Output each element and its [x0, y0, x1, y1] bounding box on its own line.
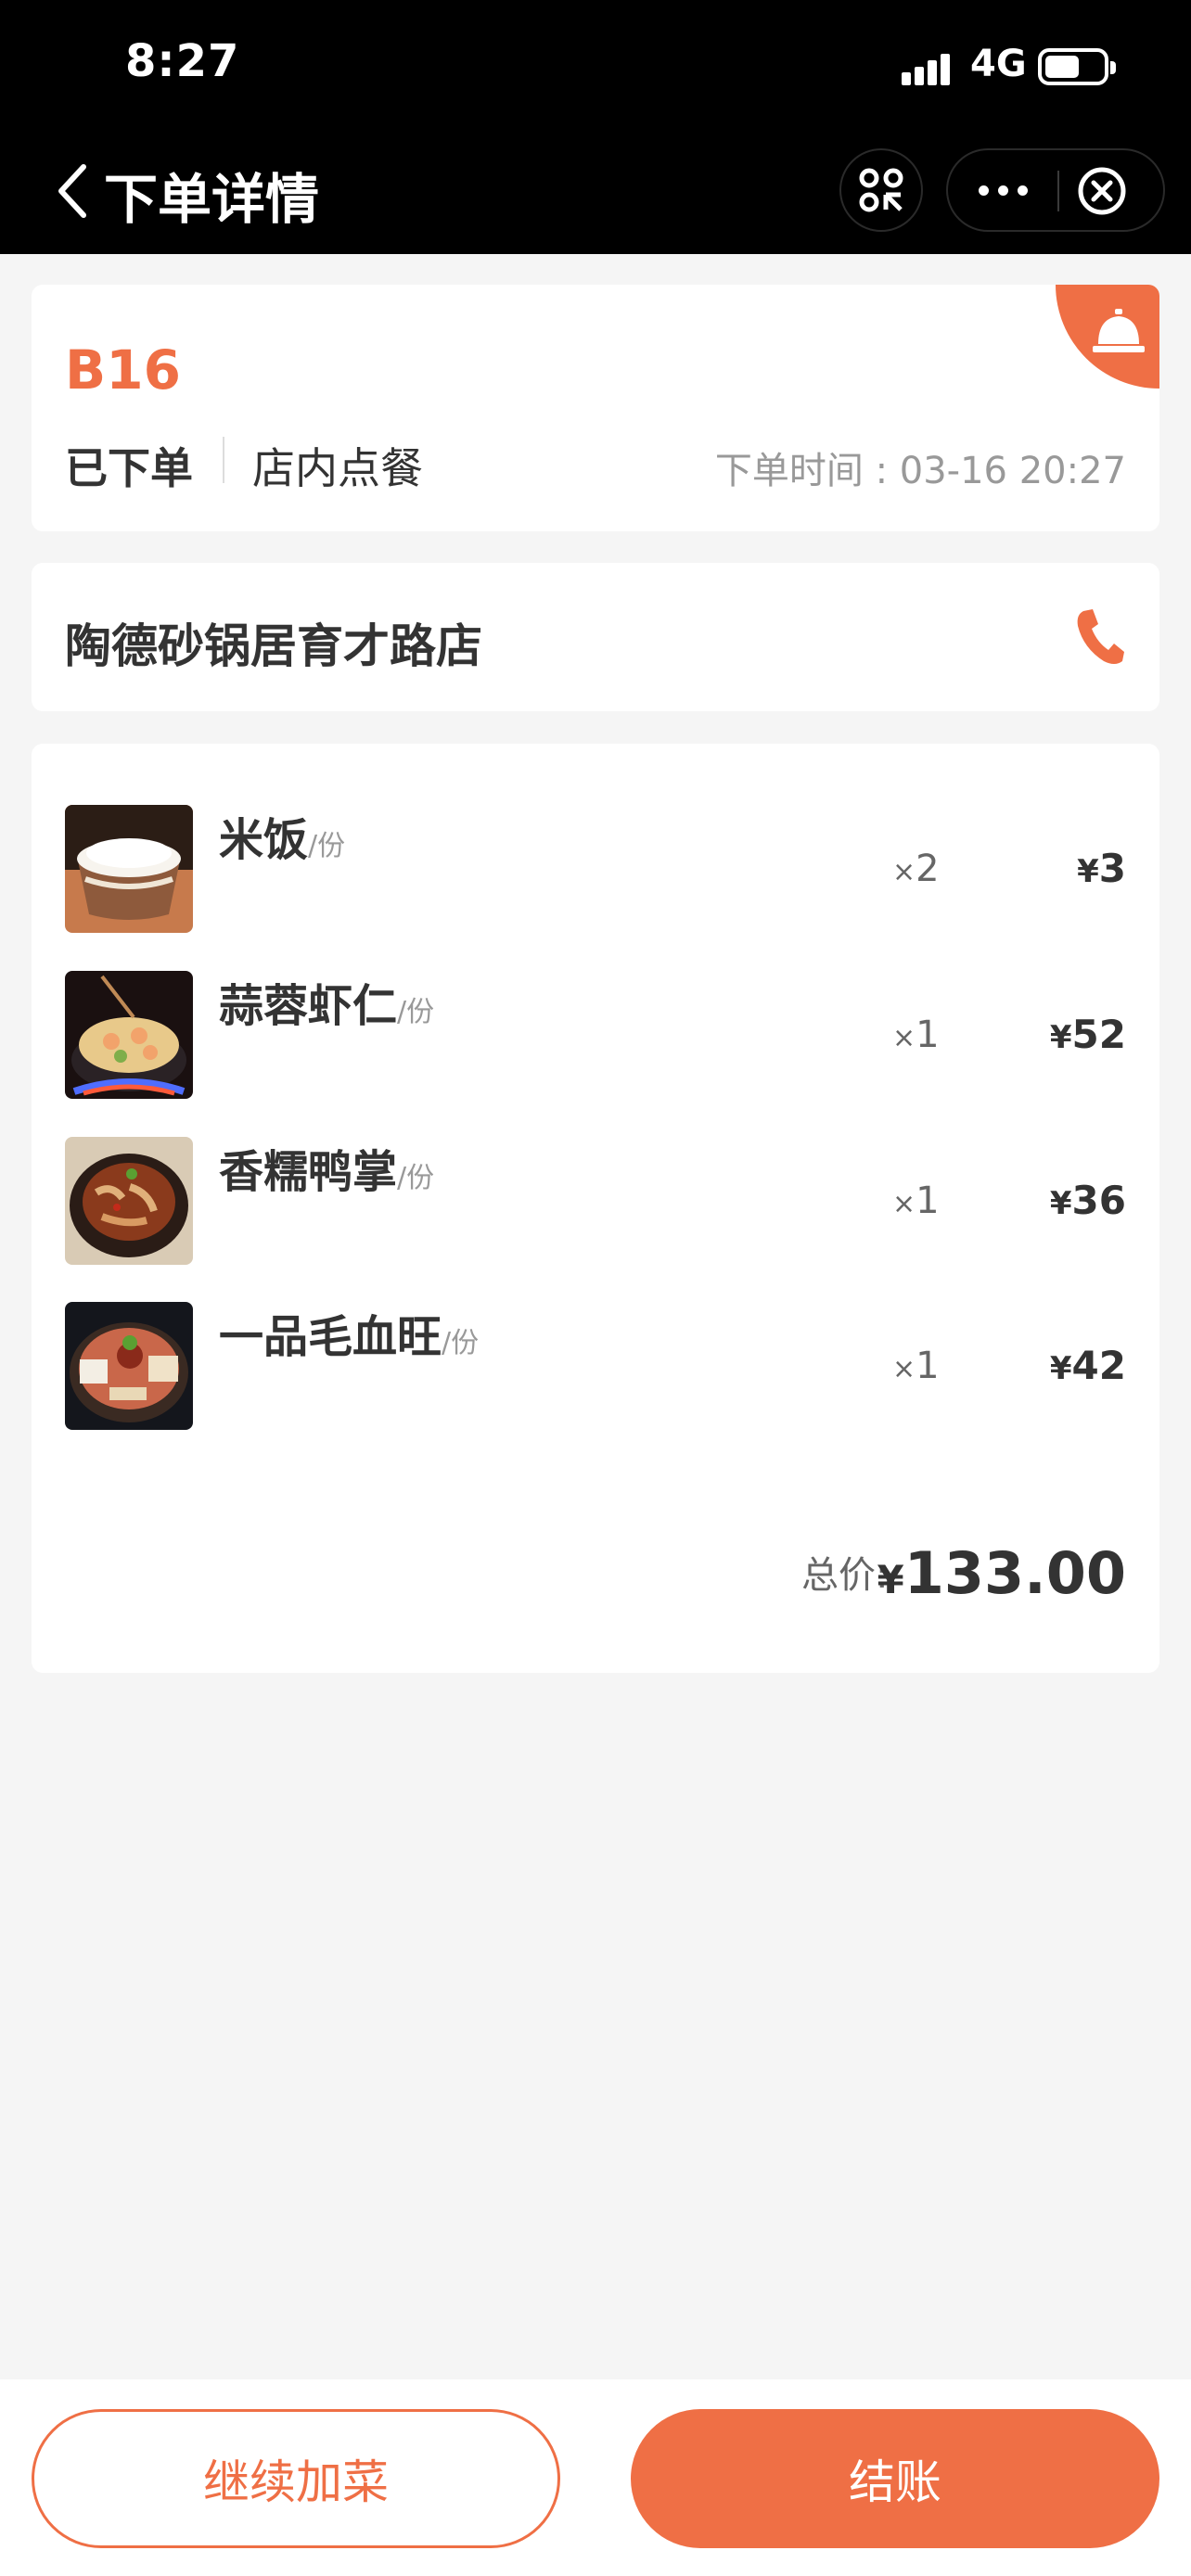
store-name: 陶德砂锅居育才路店	[65, 619, 482, 673]
dish-quantity: ×2	[892, 848, 940, 890]
list-item: 米饭/份 ×2 ¥3	[65, 805, 1126, 935]
dish-image-maoxuewang	[65, 1302, 193, 1430]
dish-name: 米饭/份	[219, 814, 346, 866]
table-number: B16	[65, 338, 181, 402]
back-icon[interactable]	[54, 163, 91, 219]
checkout-button[interactable]: 结账	[631, 2409, 1159, 2548]
add-more-dishes-button[interactable]: 继续加菜	[32, 2409, 560, 2548]
dish-image-garlic-shrimp	[65, 971, 193, 1099]
total-label: 总价:	[801, 1554, 889, 1597]
dish-price: ¥36	[1049, 1178, 1126, 1223]
mini-program-capsule	[946, 148, 1165, 232]
dish-image-rice	[65, 805, 193, 933]
dine-type: 店内点餐	[252, 443, 423, 493]
more-icon[interactable]	[948, 150, 1057, 230]
store-card[interactable]: 陶德砂锅居育才路店	[32, 563, 1159, 711]
bottom-action-bar: 继续加菜 结账	[0, 2379, 1191, 2576]
dish-price: ¥3	[1077, 846, 1126, 891]
page-title: 下单详情	[104, 168, 320, 231]
scan-icon	[859, 168, 903, 212]
dish-name: 蒜蓉虾仁/份	[219, 980, 435, 1032]
order-info-card: B16 已下单 店内点餐 下单时间 : 03-16 20:27	[32, 285, 1159, 531]
dish-price: ¥42	[1049, 1343, 1126, 1388]
dish-name: 一品毛血旺/份	[219, 1311, 480, 1363]
network-type: 4G	[970, 43, 1027, 85]
total-price: ¥133.00	[877, 1539, 1127, 1607]
dish-quantity: ×1	[892, 1014, 940, 1056]
dish-price: ¥52	[1049, 1012, 1126, 1057]
list-item: 一品毛血旺/份 ×1 ¥42	[65, 1302, 1126, 1432]
phone-icon[interactable]	[1074, 607, 1126, 667]
status-time: 8:27	[125, 35, 240, 87]
order-time: 下单时间 : 03-16 20:27	[714, 450, 1126, 492]
dish-quantity: ×1	[892, 1180, 940, 1222]
dish-name: 香糯鸭掌/份	[219, 1146, 435, 1198]
dish-quantity: ×1	[892, 1345, 940, 1387]
top-header: 8:27 4G 下单详情	[0, 0, 1191, 254]
order-status: 已下单	[65, 443, 193, 493]
dish-image-duck-feet	[65, 1137, 193, 1265]
battery-icon	[1038, 48, 1116, 85]
service-bell-icon	[1093, 309, 1145, 352]
list-item: 蒜蓉虾仁/份 ×1 ¥52	[65, 971, 1126, 1101]
signal-icon	[902, 48, 957, 85]
scan-button[interactable]	[839, 148, 923, 232]
order-items-card: 米饭/份 ×2 ¥3 蒜蓉虾仁/份 ×1 ¥52 香糯鸭掌/份 ×1 ¥36 一…	[32, 744, 1159, 1673]
corner-badge	[1056, 285, 1159, 389]
list-item: 香糯鸭掌/份 ×1 ¥36	[65, 1137, 1126, 1267]
close-icon[interactable]	[1076, 165, 1128, 217]
status-divider	[223, 437, 224, 483]
